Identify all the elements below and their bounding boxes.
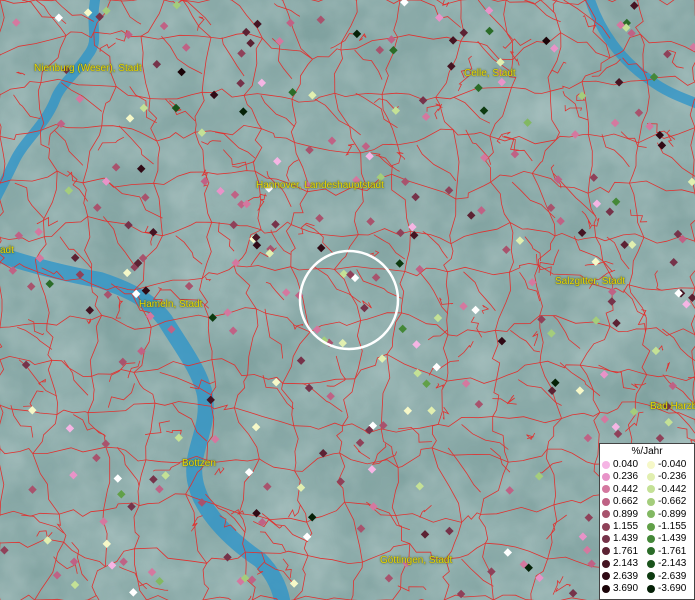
place-label-hameln: Hameln, Stadt — [139, 299, 203, 310]
legend-row-positive: 0.662 — [602, 496, 638, 507]
legend-swatch — [602, 584, 610, 593]
legend-value: -0.236 — [658, 471, 687, 483]
legend-swatch — [602, 559, 610, 568]
legend-swatch — [602, 460, 610, 469]
legend-row-positive: 0.236 — [602, 471, 638, 482]
place-label-salzgitter: Salzgitter, Stadt — [555, 276, 626, 287]
legend-swatch — [602, 522, 610, 531]
legend-row-positive: 2.143 — [602, 558, 638, 569]
legend-value: 1.439 — [613, 533, 639, 545]
legend-row-positive: 0.899 — [602, 509, 638, 520]
legend-value: 1.761 — [613, 545, 639, 557]
legend-row-negative: -2.143 — [647, 558, 686, 569]
place-label-goettingen: Göttingen, Stadt — [380, 555, 453, 566]
legend-row-negative: -1.155 — [647, 521, 686, 532]
place-label-bottzen: Bottzen — [182, 458, 216, 469]
place-label-bad-harzburg: Bad Harzburg — [650, 401, 695, 412]
legend-value: 0.899 — [613, 508, 639, 520]
legend-swatch — [647, 547, 655, 556]
legend-title: %/Jahr — [631, 446, 663, 457]
map-canvas[interactable] — [0, 0, 695, 600]
legend-row-positive: 0.040 — [602, 459, 638, 470]
legend-swatch — [602, 572, 610, 581]
legend-row-positive: 1.155 — [602, 521, 638, 532]
legend-row-negative: -1.761 — [647, 546, 686, 557]
legend-value: -0.899 — [658, 508, 687, 520]
legend-swatch — [647, 522, 655, 531]
legend-swatch — [647, 534, 655, 543]
legend-row-negative: -3.690 — [647, 583, 686, 594]
place-label-partial: adt — [0, 245, 14, 256]
legend-value: 2.143 — [613, 558, 639, 570]
legend-swatch — [647, 559, 655, 568]
legend-value: -2.143 — [658, 558, 687, 570]
legend-row-positive: 3.690 — [602, 583, 638, 594]
legend-swatch — [647, 572, 655, 581]
legend-value: -1.439 — [658, 533, 687, 545]
place-label-hannover: Hannover, Landeshauptstadt — [256, 180, 384, 191]
legend-swatch — [647, 485, 655, 494]
legend-row-positive: 1.761 — [602, 546, 638, 557]
legend: %/Jahr 0.040 0.236 0.442 0.662 0.899 1.155 1.4… — [599, 443, 695, 600]
legend-swatch — [647, 510, 655, 519]
legend-value: 0.040 — [613, 459, 639, 470]
legend-value: 1.155 — [613, 521, 639, 532]
legend-value: -1.155 — [658, 521, 687, 532]
legend-value: -0.040 — [658, 459, 687, 470]
legend-swatch — [602, 472, 610, 481]
legend-value: 0.236 — [613, 471, 639, 483]
legend-swatch — [647, 460, 655, 469]
legend-value: -0.662 — [658, 496, 687, 508]
legend-row-negative: -2.639 — [647, 571, 686, 582]
legend-row-negative: -0.662 — [647, 496, 686, 507]
legend-value: -1.761 — [658, 545, 687, 557]
legend-value: 0.442 — [613, 483, 639, 495]
legend-swatch — [602, 497, 610, 506]
legend-swatch — [602, 534, 610, 543]
legend-row-negative: -0.899 — [647, 509, 686, 520]
legend-value: 2.639 — [613, 570, 639, 582]
legend-row-negative: -0.040 — [647, 459, 686, 470]
legend-swatch — [602, 547, 610, 556]
legend-swatch — [602, 510, 610, 519]
legend-swatch — [647, 497, 655, 506]
legend-row-negative: -0.442 — [647, 484, 686, 495]
legend-row-positive: 1.439 — [602, 533, 638, 544]
legend-row-negative: -0.236 — [647, 471, 686, 482]
legend-swatch — [647, 584, 655, 593]
place-label-celle: Celle, Stadt — [464, 68, 516, 79]
legend-value: -0.442 — [658, 483, 687, 495]
legend-value: 3.690 — [613, 583, 639, 594]
place-label-nienburg: Nienburg (Weser), Stadt — [34, 63, 142, 74]
legend-row-positive: 2.639 — [602, 571, 638, 582]
legend-value: -2.639 — [658, 570, 687, 582]
legend-row-negative: -1.439 — [647, 533, 686, 544]
legend-value: -3.690 — [658, 583, 687, 594]
legend-row-positive: 0.442 — [602, 484, 638, 495]
legend-swatch — [647, 472, 655, 481]
legend-value: 0.662 — [613, 496, 639, 508]
legend-swatch — [602, 485, 610, 494]
